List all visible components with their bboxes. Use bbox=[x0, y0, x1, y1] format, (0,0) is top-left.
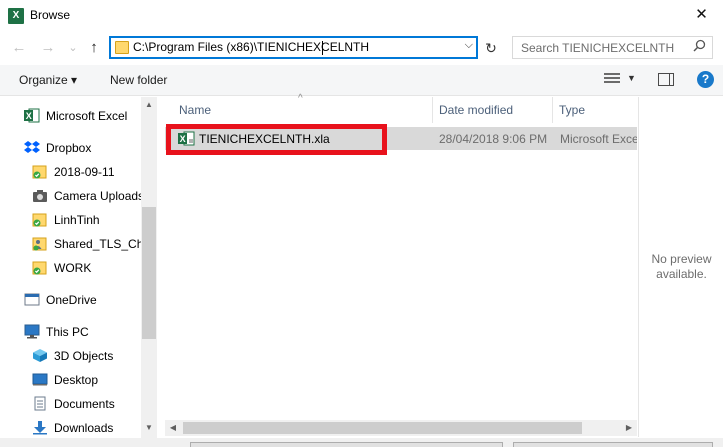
svg-text:X: X bbox=[26, 111, 32, 121]
sidebar-item-label: Dropbox bbox=[46, 141, 92, 155]
file-name-field[interactable] bbox=[190, 442, 503, 447]
recent-locations-button[interactable]: ⌄ bbox=[63, 38, 83, 58]
sidebar-item-label: Downloads bbox=[54, 421, 114, 435]
scroll-left-arrow[interactable]: ◀ bbox=[165, 420, 181, 436]
sidebar-item-label: Documents bbox=[54, 397, 115, 411]
column-header-type[interactable]: Type bbox=[552, 97, 637, 123]
pc-icon bbox=[24, 324, 40, 339]
documents-icon bbox=[32, 396, 48, 411]
shared-folder-icon bbox=[32, 236, 48, 251]
onedrive-icon bbox=[24, 292, 40, 307]
file-type-dropdown[interactable] bbox=[513, 442, 713, 447]
file-type: Microsoft Excel bbox=[560, 132, 637, 146]
3d-objects-icon bbox=[32, 348, 48, 363]
preview-pane-toggle-icon[interactable] bbox=[658, 73, 674, 86]
new-folder-button[interactable]: New folder bbox=[110, 73, 167, 87]
excel-app-icon: X bbox=[8, 8, 24, 24]
command-bar: Organize ▾ New folder ▼ ? bbox=[0, 65, 723, 96]
sidebar-item-label: OneDrive bbox=[46, 293, 97, 307]
navigation-bar: ← → ⌄ ↑ C:\Program Files (x86)\TIENICHEX… bbox=[0, 33, 723, 63]
view-dropdown-icon[interactable]: ▼ bbox=[627, 73, 636, 83]
navigation-pane: X Microsoft Excel Dropbox 2018-09-11 Cam… bbox=[0, 97, 157, 447]
search-icon bbox=[693, 39, 706, 55]
title-bar: X Browse ✕ bbox=[0, 0, 723, 32]
desktop-icon bbox=[32, 372, 48, 387]
sidebar-item-label: WORK bbox=[54, 261, 92, 275]
scroll-down-arrow[interactable]: ▼ bbox=[141, 420, 157, 436]
column-header-name[interactable]: Name bbox=[172, 97, 432, 123]
downloads-icon bbox=[32, 420, 48, 435]
sidebar-item-label: This PC bbox=[46, 325, 89, 339]
sidebar-item-label: 2018-09-11 bbox=[54, 165, 115, 179]
column-header-date-modified[interactable]: Date modified bbox=[432, 97, 552, 123]
scrollbar-thumb[interactable] bbox=[142, 207, 156, 339]
camera-folder-icon bbox=[32, 188, 48, 203]
folder-synced-icon bbox=[32, 260, 48, 275]
address-path[interactable]: C:\Program Files (x86)\TIENICHEXCELNTH bbox=[133, 40, 369, 54]
sidebar-item-label: Desktop bbox=[54, 373, 99, 387]
preview-line: No preview bbox=[651, 252, 712, 266]
help-icon[interactable]: ? bbox=[697, 71, 714, 88]
window-title: Browse bbox=[30, 8, 71, 22]
forward-button[interactable]: → bbox=[38, 38, 58, 58]
file-date-modified: 28/04/2018 9:06 PM bbox=[439, 132, 548, 146]
sidebar-item-label: LinhTinh bbox=[54, 213, 100, 227]
column-header-label: Date modified bbox=[439, 103, 514, 117]
view-options-icon[interactable] bbox=[604, 73, 620, 87]
up-button[interactable]: ↑ bbox=[84, 38, 104, 58]
search-placeholder: Search TIENICHEXCELNTH bbox=[521, 41, 675, 55]
refresh-button[interactable]: ↻ bbox=[481, 38, 501, 58]
sidebar-item-label: Camera Uploads bbox=[54, 189, 145, 203]
preview-pane: No preview available. bbox=[638, 97, 723, 437]
back-button[interactable]: ← bbox=[9, 38, 29, 58]
sidebar-item-label: Microsoft Excel bbox=[46, 109, 128, 123]
sidebar-item-label: Shared_TLS_Cha bbox=[54, 237, 151, 251]
text-caret bbox=[322, 41, 323, 55]
no-preview-message: No preview available. bbox=[639, 252, 723, 282]
folder-icon bbox=[115, 41, 129, 54]
excel-icon: X bbox=[24, 108, 40, 123]
close-button[interactable]: ✕ bbox=[680, 0, 723, 30]
dropbox-icon bbox=[24, 140, 40, 155]
scroll-right-arrow[interactable]: ▶ bbox=[621, 420, 637, 436]
column-header-label: Type bbox=[559, 103, 586, 117]
folder-synced-icon bbox=[32, 212, 48, 227]
organize-button[interactable]: Organize ▾ bbox=[19, 73, 77, 87]
horizontal-scrollbar[interactable]: ◀ ▶ bbox=[165, 420, 637, 436]
sidebar-item-label: 3D Objects bbox=[54, 349, 114, 363]
folder-synced-icon bbox=[32, 164, 48, 179]
highlight-box bbox=[166, 124, 387, 155]
scroll-up-arrow[interactable]: ▲ bbox=[141, 97, 157, 113]
scrollbar-thumb[interactable] bbox=[183, 422, 582, 434]
search-input[interactable]: Search TIENICHEXCELNTH bbox=[512, 36, 713, 59]
column-header-label: Name bbox=[179, 103, 212, 117]
preview-line: available. bbox=[656, 267, 707, 281]
address-bar[interactable]: C:\Program Files (x86)\TIENICHEXCELNTH ⌵ bbox=[109, 36, 478, 59]
chevron-down-icon[interactable]: ⌵ bbox=[465, 39, 473, 52]
